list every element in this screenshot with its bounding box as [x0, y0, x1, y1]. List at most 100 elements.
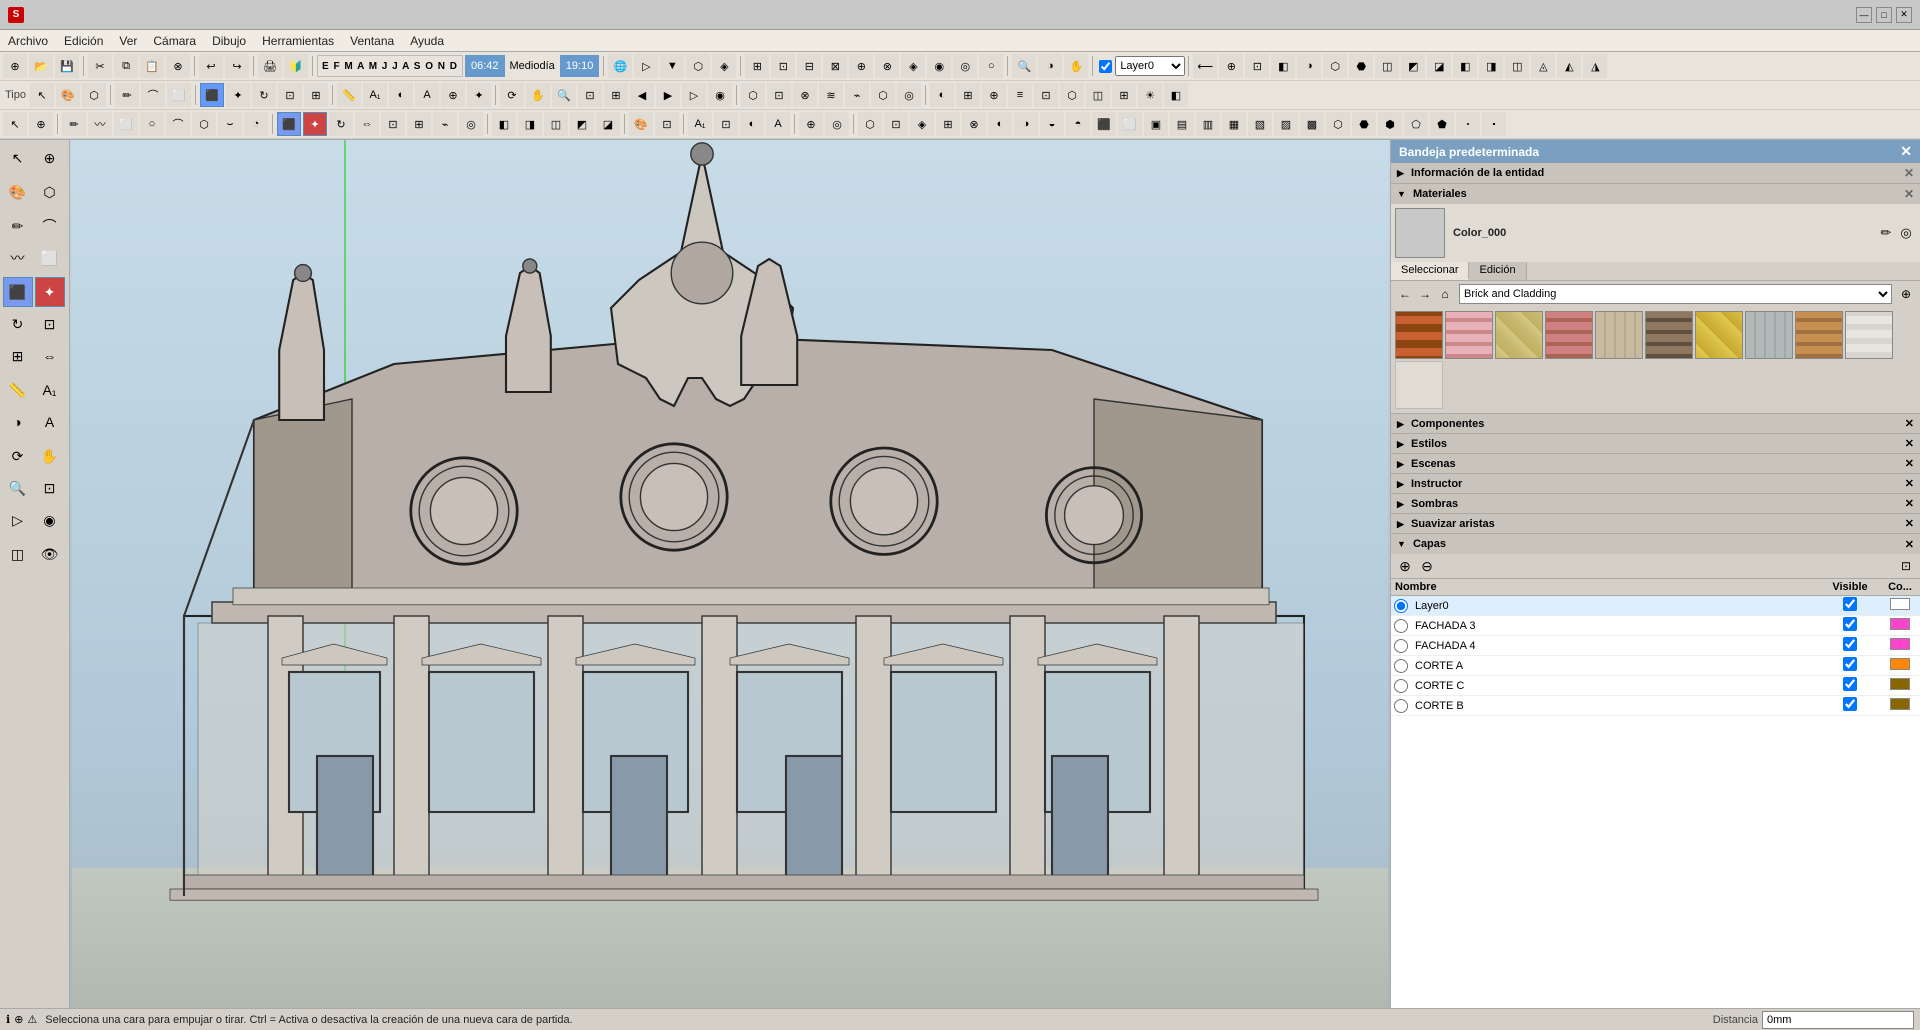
- group-tool[interactable]: ⊡: [767, 83, 791, 107]
- smooth-tool[interactable]: ⌁: [845, 83, 869, 107]
- protractor-tool[interactable]: ◐: [389, 83, 413, 107]
- t3-movepin[interactable]: ✦: [303, 112, 327, 136]
- t3-flip[interactable]: ⇔: [355, 112, 379, 136]
- t3-pencil[interactable]: ✏: [62, 112, 86, 136]
- menu-item-cámara[interactable]: Cámara: [145, 32, 204, 50]
- t3-paint[interactable]: 🎨: [629, 112, 653, 136]
- viewport[interactable]: Escena 1: [70, 140, 1390, 1008]
- t3-pie[interactable]: ◔: [244, 112, 268, 136]
- t3-array[interactable]: ⊞: [407, 112, 431, 136]
- layer-select[interactable]: Layer0: [1115, 56, 1185, 76]
- zoomfit-left[interactable]: ⊡: [35, 473, 65, 503]
- redo-button[interactable]: ↪: [225, 54, 249, 78]
- remove-layer-button[interactable]: ⊖: [1417, 556, 1437, 576]
- arc-tool[interactable]: ⌒: [141, 83, 165, 107]
- t3-more11[interactable]: ⬜: [1118, 112, 1142, 136]
- t3-more7[interactable]: ◑: [1014, 112, 1038, 136]
- t3-more5[interactable]: ⊗: [962, 112, 986, 136]
- scale-left[interactable]: ⊡: [35, 309, 65, 339]
- mat-swatch-brick-salmon[interactable]: [1545, 311, 1593, 359]
- new-button[interactable]: ⊕: [3, 54, 27, 78]
- open-button[interactable]: 📂: [29, 54, 53, 78]
- fachada3-name[interactable]: FACHADA 3: [1411, 619, 1820, 633]
- shape-left[interactable]: ⬜: [35, 243, 65, 273]
- move-left[interactable]: ✦: [35, 277, 65, 307]
- t3-more21[interactable]: ⬢: [1378, 112, 1402, 136]
- pushpull-left[interactable]: ⬛: [3, 277, 33, 307]
- walk2-tool[interactable]: ▷: [682, 83, 706, 107]
- t3-btn2[interactable]: ⊕: [29, 112, 53, 136]
- more-btn4[interactable]: ◩: [1401, 54, 1425, 78]
- mat-tab-select[interactable]: Seleccionar: [1391, 262, 1469, 280]
- measure-tool[interactable]: ◐: [930, 83, 954, 107]
- t3-more14[interactable]: ▥: [1196, 112, 1220, 136]
- xray-btn[interactable]: ◧: [1271, 54, 1295, 78]
- view-btn8[interactable]: ◉: [927, 54, 951, 78]
- cut-button[interactable]: ✂: [88, 54, 112, 78]
- t3-more20[interactable]: ⬣: [1352, 112, 1376, 136]
- escenas-section-collapsed[interactable]: ▶ Escenas ✕: [1391, 454, 1920, 474]
- t3-arc[interactable]: ⌒: [166, 112, 190, 136]
- t3-more2[interactable]: ⊡: [884, 112, 908, 136]
- paint-tool-left[interactable]: 🎨: [3, 177, 33, 207]
- materials-header[interactable]: ▼ Materiales ✕: [1391, 184, 1920, 204]
- t3-solid2[interactable]: ◩: [570, 112, 594, 136]
- view-btn2[interactable]: ⊡: [771, 54, 795, 78]
- solar-tool[interactable]: ☀: [1138, 83, 1162, 107]
- t3-more22[interactable]: ⬠: [1404, 112, 1428, 136]
- t3-solid1[interactable]: ◫: [544, 112, 568, 136]
- t3-more24[interactable]: ⬞: [1456, 112, 1480, 136]
- view-btn1[interactable]: ⊞: [745, 54, 769, 78]
- t3-scale2[interactable]: ⊡: [381, 112, 405, 136]
- t3-pushpull[interactable]: ⬛: [277, 112, 301, 136]
- zoomfit-tool[interactable]: ⊡: [578, 83, 602, 107]
- corteb-color[interactable]: [1890, 698, 1910, 710]
- minimize-button[interactable]: —: [1856, 7, 1872, 23]
- t3-more6[interactable]: ◐: [988, 112, 1012, 136]
- scale-tool[interactable]: ⊡: [278, 83, 302, 107]
- zoom-left[interactable]: 🔍: [3, 473, 33, 503]
- menu-item-archivo[interactable]: Archivo: [0, 32, 56, 50]
- push-pull-tool[interactable]: ⬛: [200, 83, 224, 107]
- more-btn5[interactable]: ◪: [1427, 54, 1451, 78]
- rotate-tool[interactable]: ↻: [252, 83, 276, 107]
- flip-left[interactable]: ⇔: [35, 341, 65, 371]
- mat-swatch-brick-orange[interactable]: [1795, 311, 1843, 359]
- undo-button[interactable]: ↩: [199, 54, 223, 78]
- view-btn9[interactable]: ◎: [953, 54, 977, 78]
- more-btn11[interactable]: ◮: [1583, 54, 1607, 78]
- t3-material[interactable]: ⊡: [655, 112, 679, 136]
- mat-swatch-cladding-light[interactable]: [1845, 311, 1893, 359]
- view-btn10[interactable]: ○: [979, 54, 1003, 78]
- add-layer-button[interactable]: ⊕: [1395, 556, 1415, 576]
- more-btn7[interactable]: ◨: [1479, 54, 1503, 78]
- eraser-tool-left[interactable]: ⬡: [35, 177, 65, 207]
- eraser-tool[interactable]: ⬡: [82, 83, 106, 107]
- cortea-name[interactable]: CORTE A: [1411, 659, 1820, 673]
- layer-model-btn[interactable]: ⊕: [1219, 54, 1243, 78]
- orbit-tool[interactable]: ⟳: [500, 83, 524, 107]
- cortec-name[interactable]: CORTE C: [1411, 679, 1820, 693]
- section2-tool[interactable]: ⬡: [871, 83, 895, 107]
- corteb-visible[interactable]: [1843, 697, 1857, 711]
- suavizar-close[interactable]: ✕: [1905, 517, 1914, 530]
- t3-rotate2[interactable]: ↻: [329, 112, 353, 136]
- eye-left[interactable]: 👁: [35, 539, 65, 569]
- t3-dim2[interactable]: ⊡: [714, 112, 738, 136]
- mat-swatch-stone-tan[interactable]: [1495, 311, 1543, 359]
- dim-left[interactable]: A₁: [35, 375, 65, 405]
- follow-tool[interactable]: ◎: [897, 83, 921, 107]
- layer0-color[interactable]: [1890, 598, 1910, 610]
- t3-bend[interactable]: ⌁: [433, 112, 457, 136]
- more-btn3[interactable]: ◫: [1375, 54, 1399, 78]
- components-section-collapsed[interactable]: ▶ Componentes ✕: [1391, 414, 1920, 434]
- entity-info-header[interactable]: ▶ Información de la entidad ✕: [1391, 163, 1920, 183]
- capas-close[interactable]: ✕: [1905, 538, 1914, 551]
- pan-tool[interactable]: ✋: [526, 83, 550, 107]
- t3-more10[interactable]: ⬛: [1092, 112, 1116, 136]
- select-tool-left[interactable]: ↖: [3, 143, 33, 173]
- t3-more12[interactable]: ▣: [1144, 112, 1168, 136]
- sombras-close[interactable]: ✕: [1905, 497, 1914, 510]
- copy-button[interactable]: ⧉: [114, 54, 138, 78]
- nextview-tool[interactable]: ▶: [656, 83, 680, 107]
